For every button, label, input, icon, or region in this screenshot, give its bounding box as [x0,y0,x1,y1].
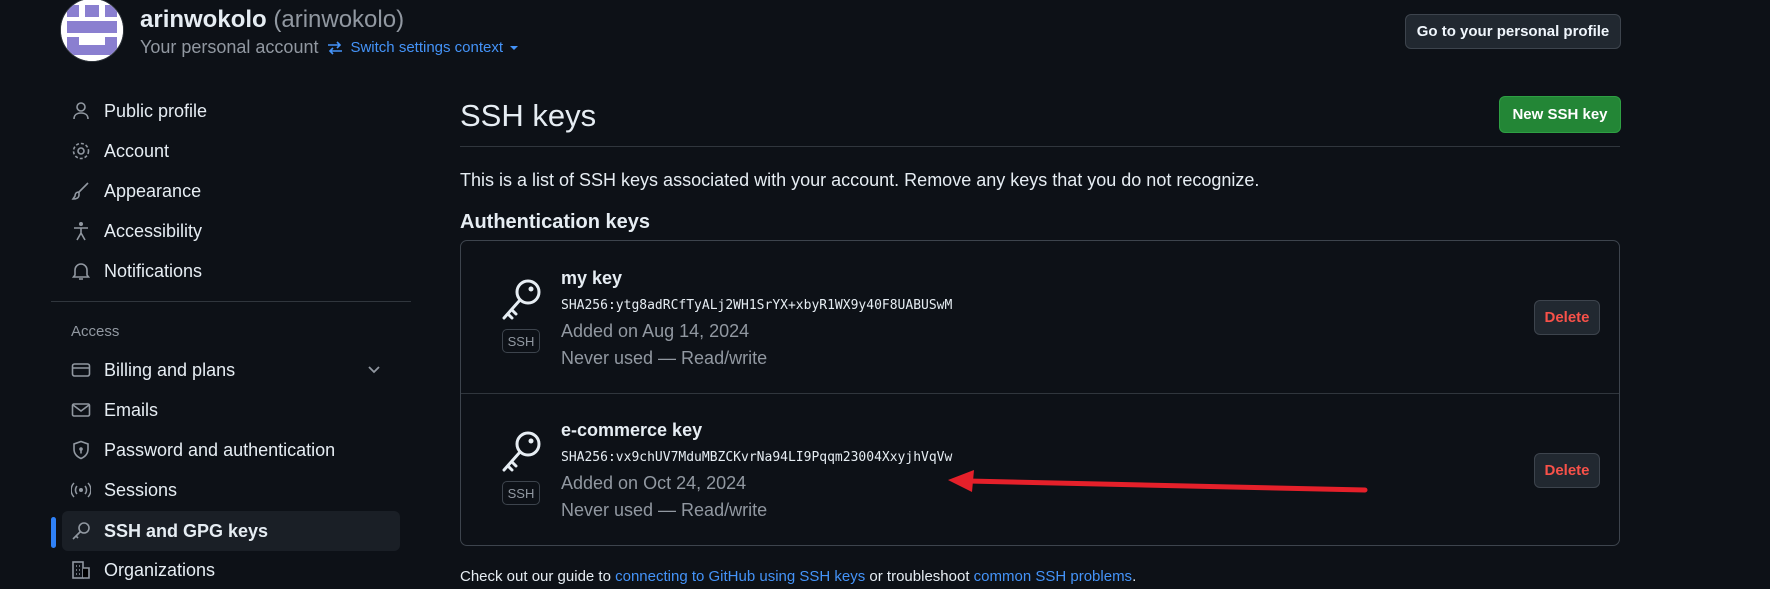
sidebar-item-label: Password and authentication [104,439,336,460]
key-usage: Never used — Read/write [561,348,768,368]
intro-text: This is a list of SSH keys associated wi… [460,170,1260,190]
footer-middle: or troubleshoot [869,568,970,585]
ssh-problems-link[interactable]: common SSH problems [974,568,1132,585]
sidebar-item-notifications[interactable]: Notifications [62,252,400,290]
sidebar-item-label: Account [104,140,170,161]
accessibility-icon [70,220,92,242]
go-to-profile-button[interactable]: Go to your personal profile [1405,14,1621,49]
sidebar-item-label: Sessions [104,479,178,500]
sidebar-item-password-authentication[interactable]: Password and authentication [62,431,400,469]
sidebar-item-label: Appearance [104,180,202,201]
sidebar-item-ssh-gpg-keys[interactable]: SSH and GPG keys [62,511,400,551]
sidebar-item-label: Notifications [104,260,203,281]
sidebar-item-label: Organizations [104,559,216,580]
gear-icon [70,140,92,162]
account-subtitle: Your personal account [140,37,319,57]
arrow-switch-icon [328,40,343,55]
sidebar-item-account[interactable]: Account [62,132,400,170]
delete-key-button[interactable]: Delete [1534,453,1600,488]
person-icon [70,100,92,122]
sidebar-item-label: Accessibility [104,220,203,241]
organization-icon [70,559,92,581]
chevron-down-icon[interactable] [366,361,382,377]
sidebar-divider [51,301,411,302]
key-row-divider [461,393,1619,394]
broadcast-icon [70,479,92,501]
key-usage: Never used — Read/write [561,500,768,520]
sidebar-item-emails[interactable]: Emails [62,391,400,429]
sidebar-item-label: Public profile [104,100,208,121]
caret-down-icon [510,45,519,50]
footer-prefix: Check out our guide to [460,568,611,585]
display-name: arinwokolo [140,6,267,33]
sidebar-item-label: Emails [104,399,159,420]
ssh-badge: SSH [502,481,540,505]
sidebar-group-access: Access [71,323,120,340]
bell-icon [70,260,92,282]
account-handle: (arinwokolo) [273,6,405,33]
sidebar-item-label: SSH and GPG keys [104,520,269,541]
page-title: SSH keys [460,98,597,133]
key-icon [500,278,544,331]
ssh-badge: SSH [502,329,540,353]
shield-lock-icon [70,439,92,461]
delete-key-button[interactable]: Delete [1534,300,1600,335]
sidebar-item-label: Billing and plans [104,359,236,380]
ssh-guide-link[interactable]: connecting to GitHub using SSH keys [615,568,865,585]
key-title: e-commerce key [561,420,703,440]
credit-card-icon [70,359,92,381]
new-ssh-key-button[interactable]: New SSH key [1499,96,1621,133]
sidebar-item-appearance[interactable]: Appearance [62,172,400,210]
switch-label: Switch settings context [350,39,504,56]
paintbrush-icon [70,180,92,202]
annotation-arrow [948,470,1368,493]
title-divider [460,146,1620,147]
active-indicator [51,517,56,548]
account-name: arinwokolo (arinwokolo) [140,6,404,34]
key-icon [70,520,92,542]
mail-icon [70,399,92,421]
key-fingerprint: SHA256:vx9chUV7MduMBZCKvrNa94LI9Pqqm2300… [561,450,953,465]
sidebar-item-public-profile[interactable]: Public profile [62,92,400,130]
footer-suffix: . [1132,568,1137,585]
avatar[interactable] [60,0,124,62]
sidebar-item-accessibility[interactable]: Accessibility [62,212,400,250]
sidebar-item-billing[interactable]: Billing and plans [62,351,400,389]
section-title-authentication-keys: Authentication keys [460,211,651,233]
key-added-date: Added on Oct 24, 2024 [561,473,747,493]
sidebar-item-organizations[interactable]: Organizations [62,551,400,589]
footer-help-text: Check out our guide to connecting to Git… [460,568,1136,585]
sidebar-item-sessions[interactable]: Sessions [62,471,400,509]
key-icon [500,430,544,483]
key-fingerprint: SHA256:ytg8adRCfTyALj2WH1SrYX+xbyR1WX9y4… [561,298,953,313]
key-title: my key [561,268,623,288]
account-subtitle-row: Your personal account Switch settings co… [140,37,519,58]
key-added-date: Added on Aug 14, 2024 [561,321,750,341]
switch-settings-context[interactable]: Switch settings context [326,39,519,56]
